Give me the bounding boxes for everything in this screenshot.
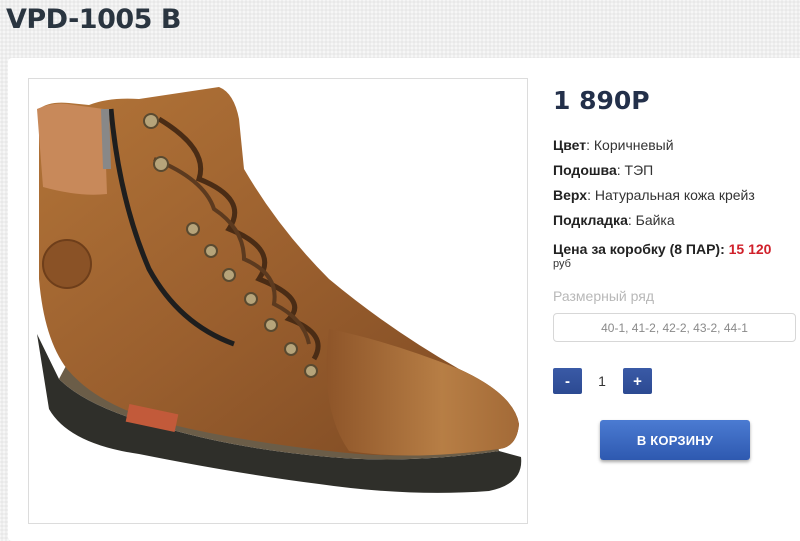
size-label: Размерный ряд [553,288,655,304]
property-label: Подошва [553,162,617,178]
property-upper: Верх: Натуральная кожа крейз [553,187,755,203]
property-value: Байка [631,212,675,228]
box-price-value: 15 120 [728,241,772,257]
property-color: Цвет: Коричневый [553,137,674,153]
property-value: ТЭП [620,162,654,178]
property-sole: Подошва: ТЭП [553,162,653,178]
property-label: Подкладка [553,212,628,228]
quantity-input[interactable]: 1 [590,373,614,389]
box-price: Цена за коробку (8 ПАР): 15 120 [553,241,771,257]
property-label: Цвет [553,137,587,153]
property-label: Верх [553,187,588,203]
product-title: VPD-1005 B [6,4,181,35]
quantity-plus-button[interactable]: + [623,368,652,394]
add-to-cart-button[interactable]: В КОРЗИНУ [600,420,750,460]
property-value: Натуральная кожа крейз [590,187,755,203]
boot-image [37,87,522,493]
product-price: 1 890Р [553,86,650,115]
product-photo[interactable] [28,78,528,524]
box-price-unit: руб [553,258,571,270]
property-lining: Подкладка: Байка [553,212,675,228]
quantity-minus-button[interactable]: - [553,368,582,394]
property-value: Коричневый [590,137,674,153]
box-price-label: Цена за коробку (8 ПАР): [553,241,729,257]
size-select[interactable]: 40-1, 41-2, 42-2, 43-2, 44-1 [553,313,796,342]
